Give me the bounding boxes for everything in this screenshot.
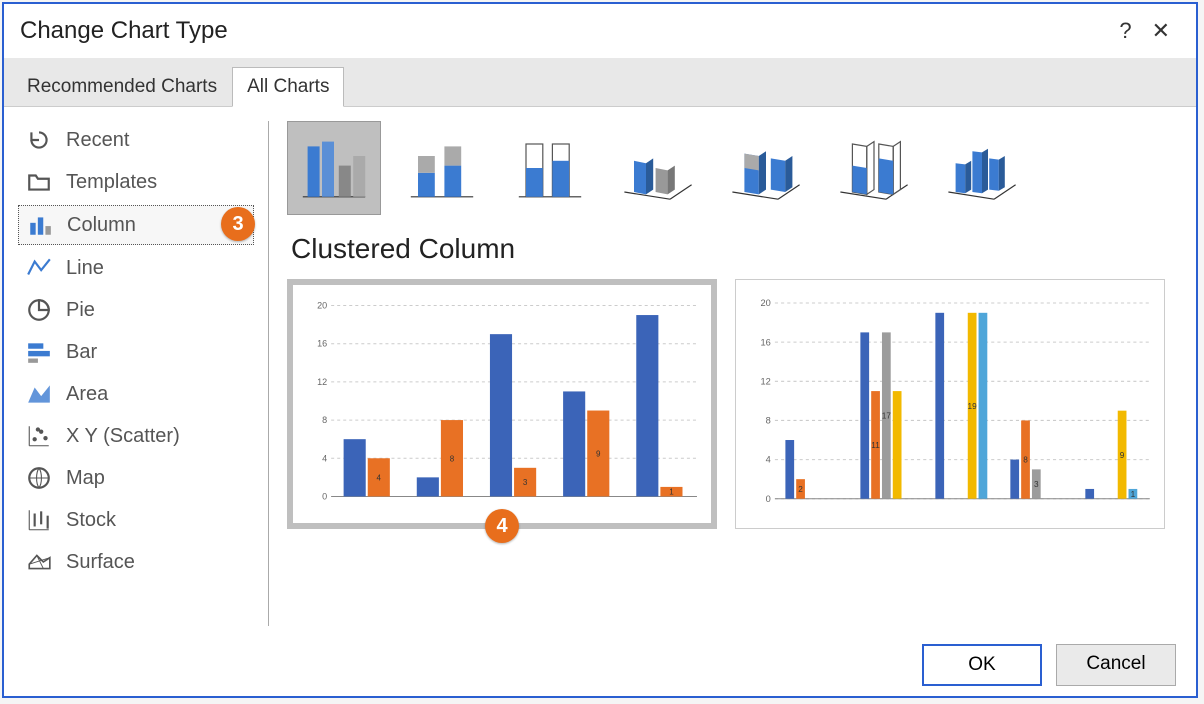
sidebar-item-recent[interactable]: Recent [18, 121, 254, 159]
svg-text:16: 16 [760, 337, 770, 347]
folder-icon [26, 169, 52, 195]
preview-row: 04812162048391 4 04812162021117198391 [287, 279, 1182, 529]
svg-text:17: 17 [882, 412, 892, 421]
scatter-icon [26, 423, 52, 449]
sidebar-item-label: X Y (Scatter) [66, 425, 180, 448]
svg-text:20: 20 [760, 298, 770, 308]
sidebar-divider [268, 121, 269, 626]
close-button[interactable]: ✕ [1142, 14, 1180, 48]
svg-text:8: 8 [766, 416, 771, 426]
tabbar: Recommended Charts All Charts [4, 58, 1196, 107]
subtype-stacked-column[interactable] [395, 121, 489, 215]
subtype-100-stacked-column[interactable] [503, 121, 597, 215]
content: Recent Templates Column 3 [4, 107, 1196, 634]
sidebar-item-label: Stock [66, 509, 116, 532]
sidebar-item-stock[interactable]: Stock [18, 501, 254, 539]
tab-recommended-charts[interactable]: Recommended Charts [12, 67, 232, 107]
svg-text:4: 4 [322, 453, 327, 463]
svg-text:4: 4 [766, 455, 771, 465]
undo-icon [26, 127, 52, 153]
sidebar-item-label: Surface [66, 551, 135, 574]
line-icon [26, 255, 52, 281]
chart-subtype-title: Clustered Column [291, 233, 1182, 265]
chart-preview-1[interactable]: 04812162048391 4 [287, 279, 717, 529]
svg-text:16: 16 [317, 339, 327, 349]
svg-text:8: 8 [322, 415, 327, 425]
sidebar-item-line[interactable]: Line [18, 249, 254, 287]
svg-text:9: 9 [596, 450, 601, 459]
surface-icon [26, 549, 52, 575]
svg-text:12: 12 [317, 377, 327, 387]
subtype-3d-clustered-column[interactable] [611, 121, 705, 215]
sidebar-item-label: Map [66, 467, 105, 490]
svg-text:19: 19 [968, 402, 978, 411]
svg-text:8: 8 [1023, 456, 1028, 465]
subtype-3d-100-stacked-column[interactable] [827, 121, 921, 215]
svg-text:3: 3 [523, 478, 528, 487]
svg-text:1: 1 [669, 488, 674, 497]
sidebar-item-scatter[interactable]: X Y (Scatter) [18, 417, 254, 455]
callout-badge: 4 [485, 509, 519, 543]
sidebar-item-column[interactable]: Column 3 [18, 205, 254, 245]
sidebar-item-pie[interactable]: Pie [18, 291, 254, 329]
tab-all-charts[interactable]: All Charts [232, 67, 344, 107]
subtype-3d-column[interactable] [935, 121, 1029, 215]
callout-badge: 3 [221, 207, 255, 241]
svg-text:0: 0 [322, 491, 327, 501]
subtype-3d-stacked-column[interactable] [719, 121, 813, 215]
titlebar: Change Chart Type ? ✕ [4, 4, 1196, 58]
sidebar-item-label: Templates [66, 171, 157, 194]
sidebar-item-label: Bar [66, 341, 97, 364]
sidebar-item-label: Line [66, 257, 104, 280]
svg-text:9: 9 [1120, 451, 1125, 460]
map-icon [26, 465, 52, 491]
svg-text:3: 3 [1034, 480, 1039, 489]
change-chart-type-dialog: Change Chart Type ? ✕ Recommended Charts… [2, 2, 1198, 698]
sidebar-item-templates[interactable]: Templates [18, 163, 254, 201]
column-icon [27, 212, 53, 238]
chart-preview-2[interactable]: 0 4 8 12 16 20 2 11 17 19 8 3 9 1 [735, 279, 1165, 529]
sidebar-item-area[interactable]: Area [18, 375, 254, 413]
subtype-row [287, 121, 1182, 215]
help-button[interactable]: ? [1109, 14, 1141, 48]
svg-text:11: 11 [871, 441, 880, 450]
svg-text:2: 2 [798, 485, 803, 494]
svg-text:20: 20 [317, 301, 327, 311]
stock-icon [26, 507, 52, 533]
svg-text:1: 1 [1131, 490, 1136, 499]
svg-text:8: 8 [450, 454, 455, 463]
subtype-clustered-column[interactable] [287, 121, 381, 215]
main-panel: Clustered Column 04812162048391 4 048121… [273, 121, 1182, 626]
sidebar-item-label: Column [67, 214, 136, 237]
svg-text:4: 4 [377, 473, 382, 482]
cancel-button[interactable]: Cancel [1056, 644, 1176, 686]
svg-text:0: 0 [766, 494, 771, 504]
sidebar-item-label: Recent [66, 129, 129, 152]
sidebar-item-surface[interactable]: Surface [18, 543, 254, 581]
svg-text:12: 12 [760, 376, 770, 386]
sidebar: Recent Templates Column 3 [18, 121, 268, 626]
ok-button[interactable]: OK [922, 644, 1042, 686]
area-icon [26, 381, 52, 407]
buttonbar: OK Cancel [4, 634, 1196, 696]
dialog-title: Change Chart Type [20, 17, 228, 45]
sidebar-item-map[interactable]: Map [18, 459, 254, 497]
bar-icon [26, 339, 52, 365]
pie-icon [26, 297, 52, 323]
sidebar-item-label: Area [66, 383, 108, 406]
sidebar-item-label: Pie [66, 299, 95, 322]
sidebar-item-bar[interactable]: Bar [18, 333, 254, 371]
